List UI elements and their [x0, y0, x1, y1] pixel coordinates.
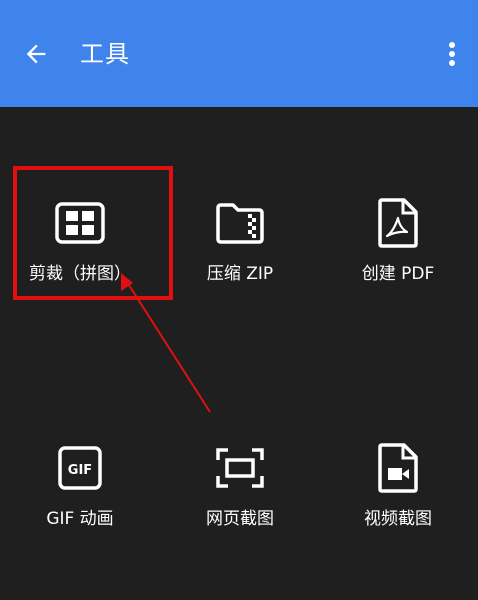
annotation-arrow: [121, 273, 211, 413]
